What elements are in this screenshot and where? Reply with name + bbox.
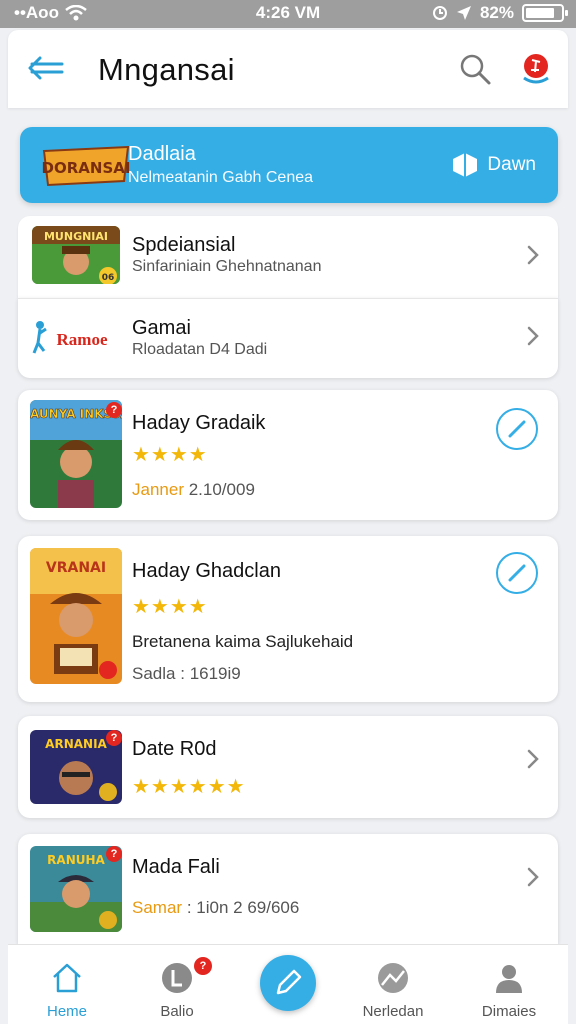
- brand-logo: Ramoe: [32, 315, 122, 359]
- game-card[interactable]: VRANAI Haday Ghadclan ★★★★ Bretanena kai…: [18, 536, 558, 702]
- meta-label: Janner: [132, 480, 184, 499]
- download-label: Dawn: [487, 154, 536, 175]
- chevron-right-icon: [527, 326, 539, 346]
- banner-subtitle: Nelmeatanin Gabh Cenea: [128, 169, 314, 186]
- chevron-right-icon: [527, 749, 539, 769]
- pencil-icon: [508, 420, 526, 438]
- thumb-label: VRANAI: [46, 560, 106, 576]
- search-icon: [460, 54, 491, 85]
- nav-badge: ?: [194, 957, 212, 975]
- pencil-icon: [276, 969, 302, 995]
- game-thumbnail: RANUHA ?: [30, 846, 122, 932]
- meta-value: 2.10/009: [188, 480, 255, 499]
- back-button[interactable]: [26, 50, 66, 86]
- game-thumbnail: VRANAI: [30, 548, 122, 684]
- item-title: Gamai: [132, 317, 191, 339]
- game-logo-text: DORANSAI: [42, 159, 131, 177]
- notification-badge: ?: [106, 402, 122, 418]
- game-logo: DORANSAI: [42, 145, 131, 187]
- app-bar: Mngansai: [8, 30, 568, 108]
- meta-separator: :: [180, 664, 185, 683]
- promo-banner[interactable]: DORANSAI Dadlaia Nelmeatanin Gabh Cenea …: [20, 127, 558, 203]
- status-bar: ••Aoo 4:26 VM 82%: [0, 0, 576, 28]
- page-title: Mngansai: [98, 52, 235, 87]
- nav-item-home[interactable]: Heme: [12, 953, 122, 1020]
- nav-item-balio[interactable]: ? Balio: [122, 953, 232, 1020]
- game-meta: Samar : 1i0n 2 69/606: [132, 898, 299, 918]
- download-button[interactable]: Dawn: [451, 151, 536, 179]
- thumb-label: RANUHA: [47, 853, 105, 867]
- battery-icon: [522, 4, 568, 22]
- nav-item-dimaies[interactable]: Dimaies: [454, 953, 564, 1020]
- battery-percent: 82%: [479, 3, 514, 22]
- game-thumbnail-art: MUNGNIAI 06: [32, 226, 120, 284]
- game-thumbnail: MAUNYA INKSSAI ?: [30, 400, 122, 508]
- bell-alert-icon: [523, 54, 549, 84]
- list-item[interactable]: MUNGNIAI 06 Spdeiansial Sinfariniain Ghe…: [18, 216, 558, 298]
- map-icon: [378, 963, 408, 993]
- nav-item-nerledan[interactable]: Nerledan: [338, 953, 448, 1020]
- thumb-badge: 06: [102, 273, 115, 283]
- compose-button[interactable]: [260, 955, 316, 1011]
- game-meta: Janner 2.10/009: [132, 480, 255, 500]
- game-thumbnail-art: VRANAI: [30, 548, 122, 684]
- brand-logo-art: Ramoe: [32, 321, 108, 354]
- game-thumbnail: ARNANIA ?: [30, 730, 122, 804]
- meta-value: 1619i9: [189, 664, 241, 683]
- item-subtitle: Sinfariniain Ghehnatnanan: [132, 258, 322, 275]
- game-title: Haday Gradaik: [132, 412, 266, 434]
- nav-label: Balio: [160, 1003, 194, 1020]
- game-title: Date R0d: [132, 738, 217, 760]
- star-rating: ★★★★: [132, 444, 208, 466]
- chevron-right-icon: [527, 867, 539, 887]
- game-card[interactable]: RANUHA ? Mada Fali Samar : 1i0n 2 69/606: [18, 834, 558, 944]
- item-title: Spdeiansial: [132, 234, 236, 256]
- meta-value: 1i0n 2 69/606: [196, 898, 300, 917]
- thumb-label: MUNGNIAI: [44, 230, 108, 243]
- download-icon: [453, 153, 478, 177]
- chevron-right-icon: [527, 245, 539, 265]
- nav-label: Nerledan: [362, 1003, 424, 1020]
- game-thumbnail: MUNGNIAI 06: [32, 226, 120, 284]
- clock-icon: [162, 963, 192, 993]
- meta-label: Samar: [132, 898, 183, 917]
- arrow-left-icon: [28, 56, 64, 80]
- pencil-icon: [508, 564, 526, 582]
- location-icon: [456, 6, 471, 20]
- nav-label: Heme: [46, 1003, 87, 1020]
- game-description: Bretanena kaima Sajlukehaid: [132, 632, 354, 651]
- alarm-icon: [432, 6, 447, 20]
- star-rating: ★★★★★★: [132, 776, 246, 798]
- game-title: Mada Fali: [132, 856, 220, 878]
- person-icon: [496, 965, 522, 993]
- home-icon: [53, 963, 81, 993]
- brand-logo-text: Ramoe: [57, 330, 108, 349]
- list-item[interactable]: Ramoe Gamai Rloadatan D4 Dadi: [18, 298, 558, 378]
- bottom-navigation: Heme ? Balio Nerledan Dimaies: [8, 944, 568, 1024]
- meta-label: Sadla: [132, 664, 176, 683]
- item-subtitle: Rloadatan D4 Dadi: [132, 341, 268, 358]
- status-right: 82%: [432, 3, 568, 23]
- game-card[interactable]: ARNANIA ? Date R0d ★★★★★★: [18, 716, 558, 818]
- edit-button[interactable]: [496, 408, 538, 450]
- notification-badge: ?: [106, 730, 122, 746]
- notification-badge: ?: [106, 846, 122, 862]
- search-button[interactable]: [458, 52, 492, 86]
- meta-separator: :: [186, 898, 192, 917]
- game-meta: Sadla : 1619i9: [132, 664, 241, 684]
- game-title: Haday Ghadclan: [132, 560, 281, 582]
- game-card[interactable]: MAUNYA INKSSAI ? Haday Gradaik ★★★★ Jann…: [18, 390, 558, 520]
- nav-label: Dimaies: [481, 1003, 537, 1020]
- thumb-label: ARNANIA: [45, 737, 107, 751]
- star-rating: ★★★★: [132, 596, 208, 618]
- notification-button[interactable]: [518, 50, 554, 88]
- edit-button[interactable]: [496, 552, 538, 594]
- banner-title: Dadlaia: [128, 143, 196, 165]
